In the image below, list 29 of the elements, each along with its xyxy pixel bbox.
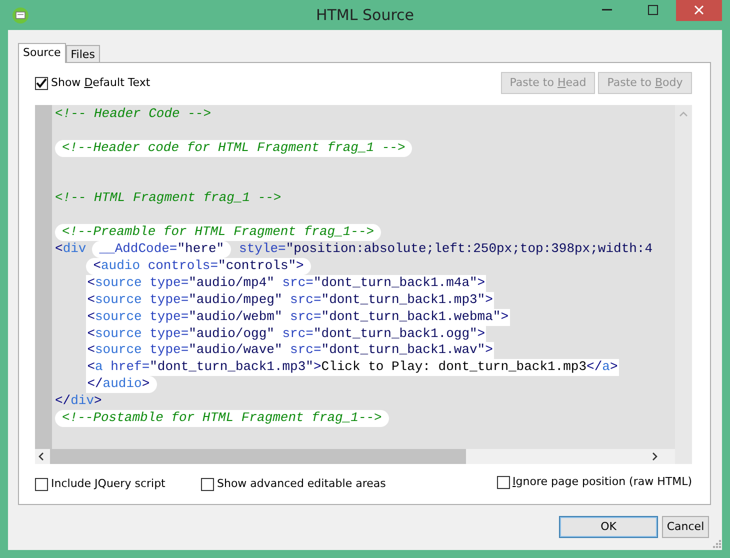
tab[interactable]: Source bbox=[18, 43, 66, 63]
checkbox[interactable] bbox=[201, 478, 214, 490]
window-title: HTML Source bbox=[316, 6, 414, 24]
vertical-scrollbar[interactable] bbox=[675, 105, 692, 449]
resize-grip-icon[interactable] bbox=[713, 540, 721, 548]
scroll-left-icon[interactable] bbox=[38, 452, 44, 461]
checkbox-label: Show advanced editable areas bbox=[217, 476, 386, 492]
minimize-icon bbox=[602, 9, 612, 11]
checkbox[interactable] bbox=[35, 478, 48, 490]
close-icon bbox=[694, 5, 704, 15]
checkbox-label: Include JQuery script bbox=[51, 476, 166, 492]
scrollbar-thumb[interactable] bbox=[50, 449, 466, 464]
code-line: </div> bbox=[55, 393, 102, 410]
scroll-right-icon[interactable] bbox=[652, 452, 658, 461]
app-icon bbox=[12, 6, 29, 24]
code-line: <!-- Header Code --> bbox=[55, 106, 212, 123]
checkbox[interactable] bbox=[496, 476, 510, 488]
checkbox[interactable] bbox=[35, 76, 48, 90]
checkbox-label: Ignore page position (raw HTML) bbox=[512, 474, 692, 490]
code-line: <!-- HTML Fragment frag_1 --> bbox=[55, 190, 282, 208]
dialog-button[interactable]: OK bbox=[559, 516, 658, 538]
maximize-icon bbox=[648, 5, 658, 15]
close-button[interactable] bbox=[676, 0, 722, 20]
dialog-button[interactable]: Cancel bbox=[662, 516, 709, 538]
tab[interactable]: Files bbox=[66, 45, 100, 62]
scrollbar-corner bbox=[675, 449, 692, 464]
horizontal-scrollbar[interactable] bbox=[35, 449, 675, 464]
code-line: <div __AddCode="here" style="position:absolute;left:250px;top:398px;width:4 bbox=[55, 241, 653, 258]
checkbox-label: Show Default Text bbox=[51, 74, 150, 91]
